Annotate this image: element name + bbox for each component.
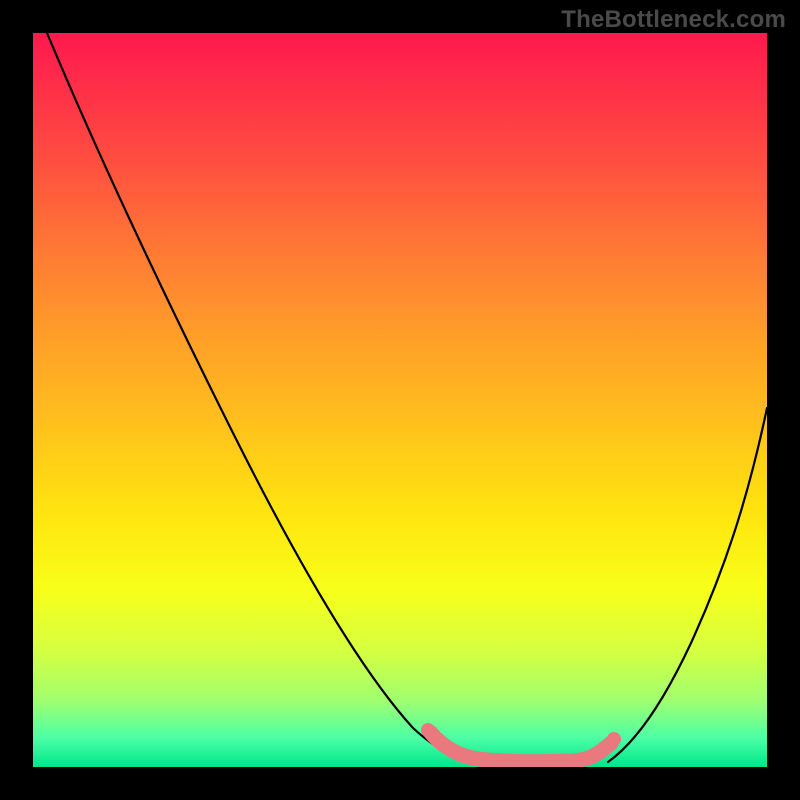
curve-layer	[33, 33, 767, 767]
band-dot	[607, 732, 621, 746]
chart-frame: TheBottleneck.com	[0, 0, 800, 800]
left-curve	[47, 33, 478, 763]
band-dot	[438, 739, 452, 753]
optimal-band	[431, 733, 611, 762]
right-curve	[608, 408, 767, 762]
band-dot	[421, 723, 435, 737]
watermark-text: TheBottleneck.com	[561, 6, 786, 34]
plot-area	[33, 33, 767, 767]
band-dot	[591, 746, 605, 760]
